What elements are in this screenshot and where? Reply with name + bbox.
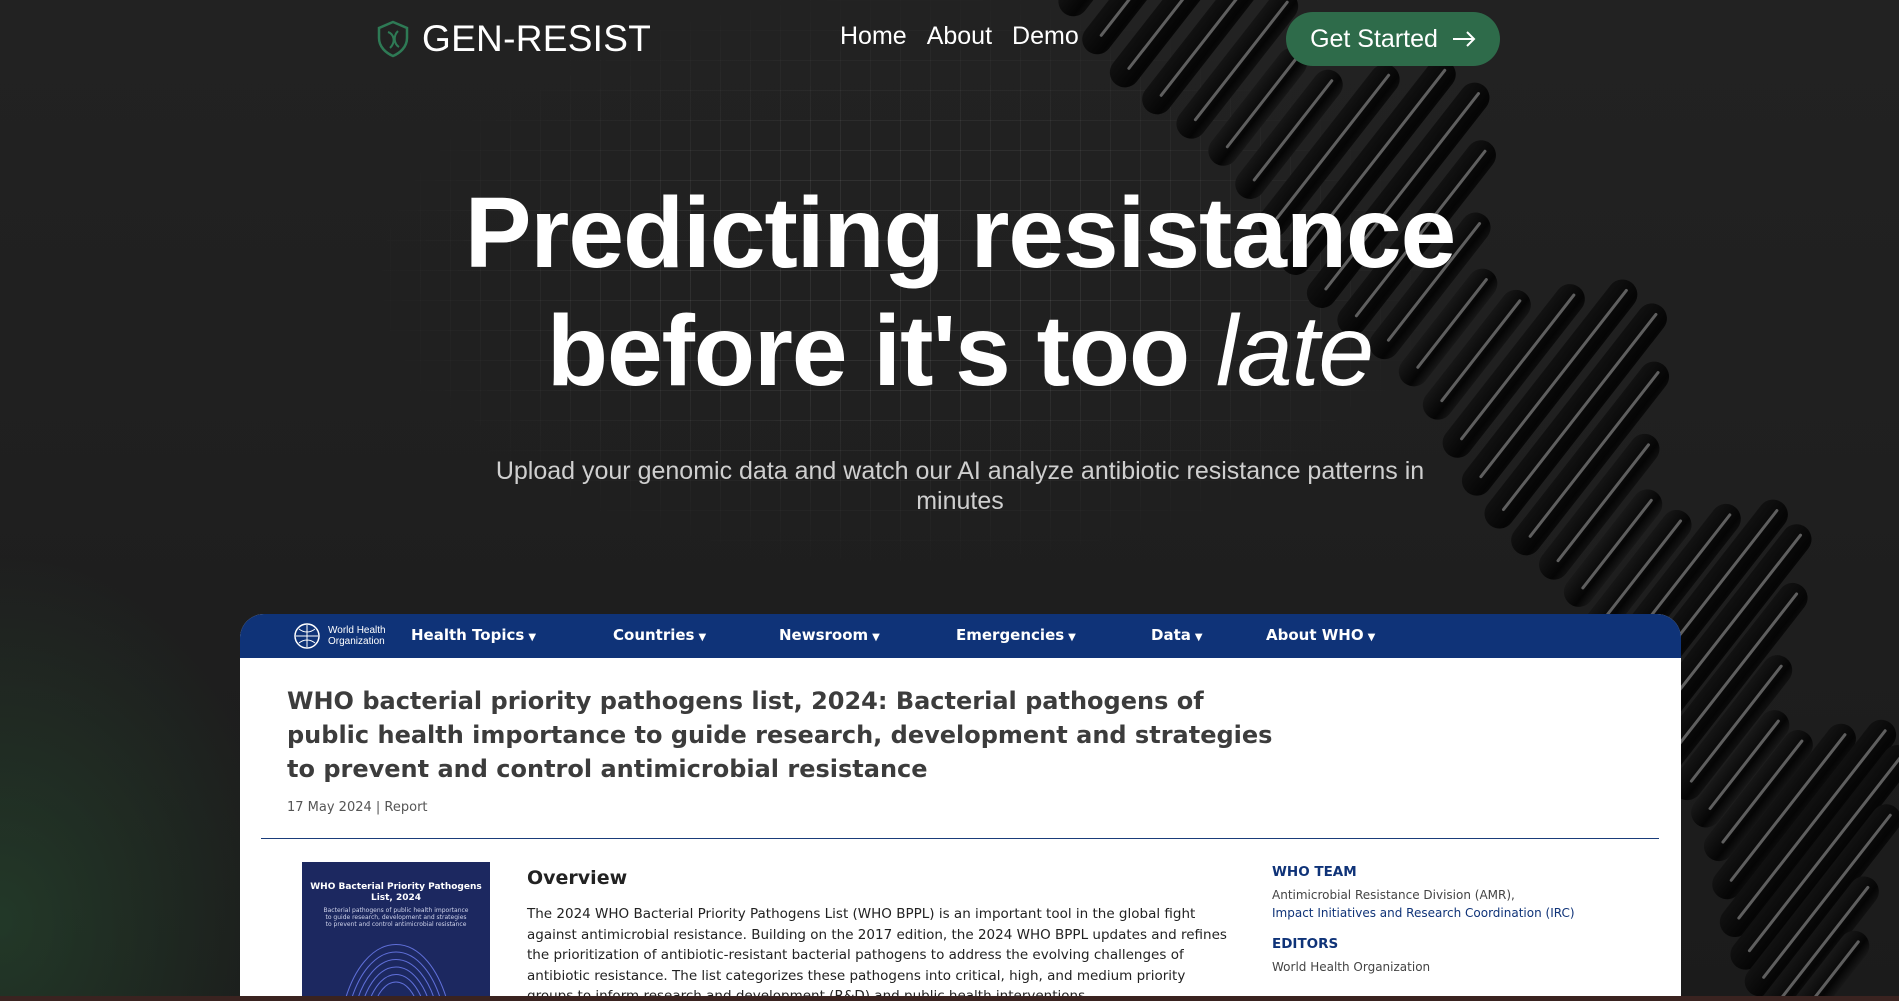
who-menu-label: Countries	[613, 626, 695, 644]
who-emblem-icon	[294, 623, 320, 649]
editors-heading: EDITORS	[1272, 936, 1339, 952]
who-menu-label: About WHO	[1266, 626, 1364, 644]
brand-name: GEN-RESIST	[422, 18, 652, 59]
who-logo-text: World Health Organization	[328, 625, 386, 647]
nav-link-home[interactable]: Home	[840, 22, 907, 51]
top-navigation: GEN-RESIST Home About Demo Get Started	[0, 0, 1899, 80]
nav-link-about[interactable]: About	[927, 22, 992, 51]
who-menu-countries[interactable]: Countries ▼	[613, 626, 706, 644]
hero-subtitle: Upload your genomic data and watch our A…	[495, 457, 1425, 515]
get-started-label: Get Started	[1310, 24, 1438, 53]
who-menu-emergencies[interactable]: Emergencies ▼	[956, 626, 1076, 644]
nav-links: Home About Demo	[840, 22, 1079, 51]
arrow-right-icon	[1452, 31, 1476, 47]
chevron-down-icon: ▼	[872, 632, 880, 643]
who-menu-data[interactable]: Data ▼	[1151, 626, 1203, 644]
hero-title-line1: Predicting resistance	[464, 177, 1457, 289]
who-menu-label: Emergencies	[956, 626, 1065, 644]
who-page-title: WHO bacterial priority pathogens list, 2…	[287, 687, 1273, 783]
overview-heading: Overview	[527, 867, 628, 889]
hero-title-line2: before it's too late	[0, 292, 1899, 410]
nav-link-demo[interactable]: Demo	[1012, 22, 1079, 51]
cover-wave-graphic	[345, 944, 447, 998]
chevron-down-icon: ▼	[1068, 632, 1076, 643]
who-navbar: World Health Organization Health Topics ▼…	[240, 614, 1681, 658]
who-logo-line1: World Health	[328, 625, 386, 636]
chevron-down-icon: ▼	[1367, 632, 1376, 643]
who-menu-health-topics[interactable]: Health Topics ▼	[411, 626, 536, 644]
who-menu-label: Newsroom	[779, 626, 869, 644]
overview-text: The 2024 WHO Bacterial Priority Pathogen…	[527, 906, 1227, 998]
who-menu-label: Data	[1151, 626, 1191, 644]
who-logo[interactable]: World Health Organization	[292, 621, 386, 651]
who-sidebar: WHO TEAM Antimicrobial Resistance Divisi…	[1272, 864, 1602, 976]
who-menu-label: Health Topics	[411, 626, 525, 644]
get-started-button[interactable]: Get Started	[1286, 12, 1500, 66]
team-link[interactable]: Impact Initiatives and Research Coordina…	[1272, 904, 1602, 922]
team-heading: WHO TEAM	[1272, 864, 1357, 880]
who-menu-about-who[interactable]: About WHO ▼	[1266, 626, 1375, 644]
chevron-down-icon: ▼	[1194, 632, 1203, 643]
who-page-meta: 17 May 2024 | Report	[287, 800, 428, 815]
chevron-down-icon: ▼	[528, 632, 537, 643]
report-cover-image[interactable]: WHO Bacterial Priority Pathogens List, 2…	[302, 862, 490, 998]
who-logo-line2: Organization	[328, 636, 385, 647]
chevron-down-icon: ▼	[698, 632, 707, 643]
team-text: Antimicrobial Resistance Division (AMR),	[1272, 888, 1515, 902]
who-preview-card: World Health Organization Health Topics ▼…	[240, 614, 1681, 998]
shield-logo-icon	[377, 20, 409, 58]
editors-text: World Health Organization	[1272, 960, 1431, 974]
brand[interactable]: GEN-RESIST	[376, 18, 651, 60]
hero-title-line2-main: before it's too	[546, 295, 1190, 407]
hero-title: Predicting resistance before it's too la…	[0, 174, 1899, 410]
divider	[261, 838, 1659, 839]
hero-title-italic: late	[1215, 295, 1374, 407]
bottom-edge	[0, 996, 1899, 1001]
who-menu-newsroom[interactable]: Newsroom ▼	[779, 626, 880, 644]
